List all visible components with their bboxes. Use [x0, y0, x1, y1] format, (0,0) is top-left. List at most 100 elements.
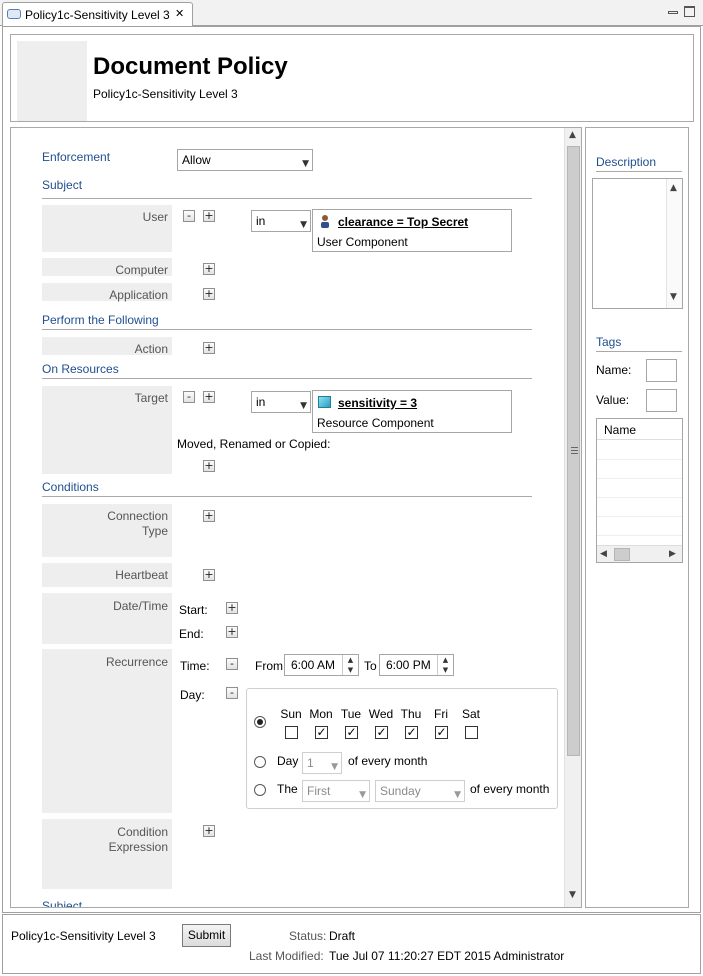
- table-row-line: [597, 478, 682, 479]
- last-modified-value: Tue Jul 07 11:20:27 EDT 2015 Administrat…: [329, 949, 565, 963]
- user-component-title[interactable]: clearance = Top Secret: [338, 215, 468, 229]
- weekday-checkbox[interactable]: ✓: [435, 726, 448, 739]
- grip-icon-line: [571, 450, 578, 451]
- heartbeat-label: Heartbeat: [115, 568, 168, 582]
- weekday-label: Fri: [434, 707, 448, 721]
- tags-column-name: Name: [604, 423, 637, 437]
- divider: [596, 351, 682, 352]
- chevron-down-icon: ▼: [359, 790, 366, 800]
- user-operator-select[interactable]: in ▼: [251, 210, 311, 232]
- datetime-label: Date/Time: [113, 599, 168, 613]
- resource-component[interactable]: sensitivity = 3 Resource Component: [312, 390, 512, 433]
- scroll-right-icon[interactable]: ▶: [669, 549, 676, 559]
- ordinal-select[interactable]: First ▼: [302, 780, 370, 802]
- day-of-month-radio[interactable]: [254, 756, 266, 768]
- weekday-checkbox[interactable]: ✓: [315, 726, 328, 739]
- tag-value-label: Value:: [596, 393, 630, 407]
- day-label: Day:: [180, 688, 205, 702]
- weekday-label: Mon: [309, 707, 333, 721]
- spinner-arrows-icon[interactable]: ▲ ▼: [437, 655, 453, 675]
- table-row-line: [597, 497, 682, 498]
- day-of-month-select[interactable]: 1 ▼: [302, 752, 342, 774]
- action-label: Action: [134, 342, 168, 356]
- to-label: To: [364, 659, 377, 673]
- submit-button[interactable]: Submit: [182, 924, 231, 947]
- weekday-checkbox[interactable]: ✓: [405, 726, 418, 739]
- enforcement-label: Enforcement: [42, 150, 111, 164]
- resource-component-title[interactable]: sensitivity = 3: [338, 396, 417, 410]
- scroll-up-icon[interactable]: ▲: [670, 183, 677, 193]
- page-title: Document Policy: [93, 53, 288, 80]
- enforcement-select[interactable]: Allow ▼: [177, 149, 313, 171]
- spinner-arrows-icon[interactable]: ▲ ▼: [342, 655, 358, 675]
- target-label: Target: [134, 391, 168, 405]
- the-label: The: [277, 782, 298, 796]
- user-add-button[interactable]: +: [203, 210, 215, 222]
- description-textarea[interactable]: ▲ ▼: [592, 178, 683, 309]
- scroll-up-icon[interactable]: ▲: [569, 130, 576, 140]
- connection-add-button[interactable]: +: [203, 510, 215, 522]
- tab-title: Policy1c-Sensitivity Level 3: [25, 8, 170, 22]
- scroll-left-icon[interactable]: ◀: [600, 549, 607, 559]
- description-scrollbar[interactable]: ▲ ▼: [666, 179, 682, 308]
- time-remove-button[interactable]: -: [226, 658, 238, 670]
- end-add-button[interactable]: +: [226, 626, 238, 638]
- weekday-checkbox[interactable]: ✓: [345, 726, 358, 739]
- minimize-icon[interactable]: [668, 11, 678, 14]
- scroll-down-icon[interactable]: ▼: [670, 292, 677, 302]
- action-add-button[interactable]: +: [203, 342, 215, 354]
- nth-weekday-radio[interactable]: [254, 784, 266, 796]
- tags-horizontal-scrollbar[interactable]: ◀ ▶: [597, 545, 682, 562]
- from-time-spinner[interactable]: 6:00 AM ▲ ▼: [284, 654, 359, 676]
- application-add-button[interactable]: +: [203, 288, 215, 300]
- tag-value-input[interactable]: [646, 389, 677, 412]
- weekday-checkbox[interactable]: [285, 726, 298, 739]
- user-component[interactable]: clearance = Top Secret User Component: [312, 209, 512, 252]
- weekday-checkbox[interactable]: ✓: [375, 726, 388, 739]
- ordinal-value: First: [307, 784, 331, 798]
- h-scrollbar-thumb[interactable]: [614, 548, 630, 561]
- section-cut-off: Subject: [42, 899, 83, 908]
- policy-image-placeholder: [17, 41, 87, 121]
- editor-tab[interactable]: Policy1c-Sensitivity Level 3 ✕: [2, 2, 193, 27]
- user-label: User: [142, 210, 168, 224]
- vertical-scrollbar[interactable]: ▲ ▼: [564, 128, 581, 907]
- target-remove-button[interactable]: -: [183, 391, 195, 403]
- heartbeat-add-button[interactable]: +: [203, 569, 215, 581]
- weekdays-radio[interactable]: [254, 716, 266, 728]
- status-value: Draft: [329, 929, 356, 943]
- user-operator-value: in: [256, 214, 266, 228]
- from-time-value: 6:00 AM: [291, 658, 336, 672]
- footer-bar: Policy1c-Sensitivity Level 3 Submit Stat…: [2, 914, 701, 974]
- start-add-button[interactable]: +: [226, 602, 238, 614]
- scrollbar-thumb[interactable]: [567, 146, 580, 756]
- status-label: Status:: [289, 929, 327, 943]
- target-add-button[interactable]: +: [203, 391, 215, 403]
- moved-add-button[interactable]: +: [203, 460, 215, 472]
- user-component-type: User Component: [317, 235, 408, 249]
- chevron-down-icon: ▼: [300, 220, 307, 230]
- computer-add-button[interactable]: +: [203, 263, 215, 275]
- weekday-checkbox[interactable]: [465, 726, 478, 739]
- to-time-spinner[interactable]: 6:00 PM ▲ ▼: [379, 654, 454, 676]
- weekday-label: Wed: [368, 707, 394, 721]
- tab-close-icon[interactable]: ✕: [175, 7, 184, 20]
- tags-table-header[interactable]: Name: [597, 419, 682, 440]
- description-label: Description: [596, 155, 657, 169]
- day-of-month-value: 1: [307, 756, 314, 770]
- tags-table[interactable]: Name ◀ ▶: [596, 418, 683, 563]
- application-label: Application: [109, 288, 168, 302]
- day-options-box: Sun Mon ✓ Tue ✓ Wed ✓ Thu ✓ Fri ✓ Sat Day 1 ▼ of ev…: [246, 688, 558, 809]
- divider: [42, 496, 532, 497]
- user-remove-button[interactable]: -: [183, 210, 195, 222]
- tag-name-input[interactable]: [646, 359, 677, 382]
- of-every-month-label: of every month: [348, 754, 428, 768]
- resource-component-type: Resource Component: [317, 416, 434, 430]
- condition-expression-add-button[interactable]: +: [203, 825, 215, 837]
- time-label: Time:: [180, 659, 210, 673]
- maximize-icon[interactable]: [684, 6, 695, 17]
- target-operator-select[interactable]: in ▼: [251, 391, 311, 413]
- weekday-select[interactable]: Sunday ▼: [375, 780, 465, 802]
- scroll-down-icon[interactable]: ▼: [569, 890, 576, 900]
- day-remove-button[interactable]: -: [226, 687, 238, 699]
